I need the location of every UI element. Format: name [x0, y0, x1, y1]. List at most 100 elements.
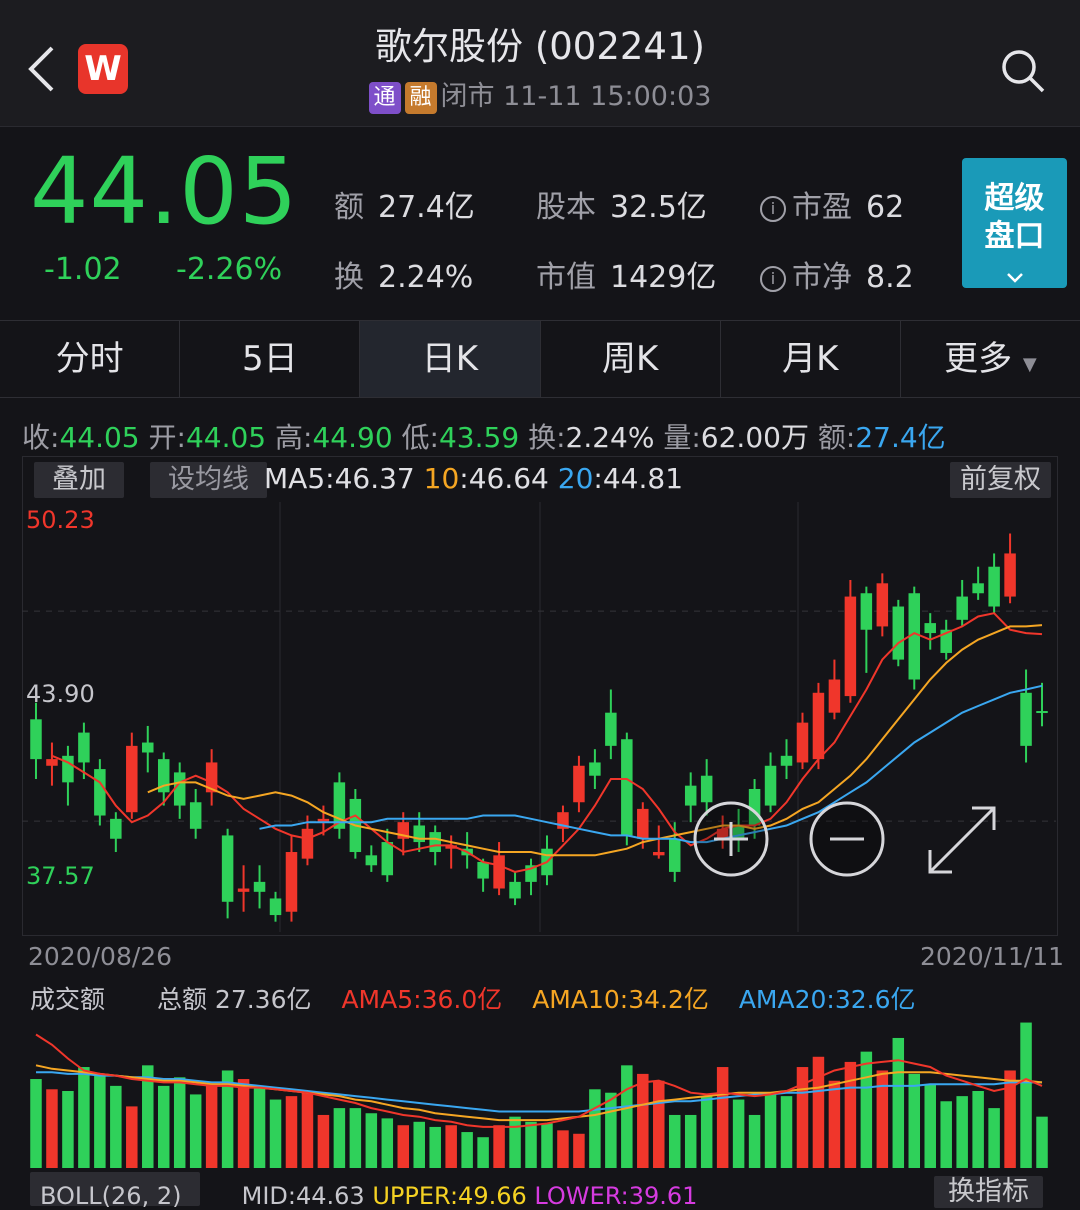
candle-body	[285, 852, 298, 912]
candle-body	[605, 712, 617, 746]
candle-body	[78, 732, 90, 763]
price-change-pct: -2.26%	[176, 252, 283, 287]
ama20-line	[36, 1071, 1042, 1113]
volume-bar	[509, 1116, 521, 1168]
candle-body	[844, 596, 857, 697]
volume-bar	[908, 1073, 921, 1168]
volume-bar	[541, 1123, 553, 1168]
volume-bar	[812, 1056, 825, 1168]
candle-body	[828, 679, 841, 713]
volume-bar	[381, 1118, 394, 1168]
candle-body	[637, 808, 649, 839]
volume-bar	[1036, 1116, 1048, 1168]
volume-bar	[557, 1130, 569, 1168]
volume-bar	[525, 1121, 537, 1168]
volume-bar	[477, 1137, 489, 1168]
candle-body	[126, 745, 138, 813]
candle-body	[860, 593, 873, 630]
candle-body	[796, 722, 809, 763]
tab-more[interactable]: 更多 ▼	[901, 321, 1080, 397]
volume-bar	[924, 1084, 936, 1168]
volume-bar	[653, 1080, 665, 1168]
stat-market-cap: 市值 1429亿	[536, 260, 717, 295]
stat-pe[interactable]: i 市盈 62	[760, 182, 904, 226]
volume-bar	[668, 1114, 681, 1168]
zoom-out-icon[interactable]	[808, 800, 886, 878]
volume-bar	[493, 1125, 505, 1168]
volume-bar	[317, 1114, 330, 1168]
tab-daily-k[interactable]: 日K	[360, 321, 541, 397]
adjust-button[interactable]: 前复权	[950, 462, 1051, 498]
info-icon[interactable]: i	[760, 266, 786, 292]
candle-body	[573, 765, 585, 803]
tab-intraday[interactable]: 分时	[0, 321, 181, 397]
candle-body	[780, 755, 793, 766]
y-label-mid: 43.90	[26, 680, 95, 708]
candle-body	[221, 835, 234, 902]
overlay-button[interactable]: 叠加	[34, 462, 124, 498]
volume-bar	[445, 1125, 457, 1168]
volume-bar	[637, 1073, 649, 1168]
volume-bar	[269, 1099, 282, 1168]
candle-body	[924, 623, 936, 634]
volume-bar	[285, 1096, 298, 1168]
volume-bar	[573, 1133, 585, 1168]
volume-bar	[988, 1108, 1000, 1168]
volume-bar	[46, 1089, 58, 1168]
kline-chart[interactable]	[22, 456, 1058, 936]
candle-body	[253, 881, 266, 892]
y-label-top: 50.23	[26, 506, 95, 534]
volume-bar	[62, 1091, 74, 1168]
candle-body	[493, 855, 505, 889]
volume-bar	[860, 1051, 873, 1168]
volume-bar	[684, 1114, 697, 1168]
super-btn-line2: 盘口	[984, 219, 1045, 254]
candle-body	[237, 888, 250, 892]
fullscreen-icon[interactable]	[924, 802, 1000, 878]
candle-body	[812, 692, 825, 760]
volume-bar	[237, 1079, 250, 1168]
volume-bar	[429, 1126, 441, 1168]
volume-bar	[589, 1089, 601, 1168]
volume-bar	[956, 1096, 968, 1168]
stat-shares: 股本 32.5亿	[536, 190, 707, 225]
page-title: 歌尔股份 (002241)	[375, 25, 705, 68]
volume-chart[interactable]	[22, 1010, 1058, 1170]
volume-bar	[716, 1067, 729, 1168]
volume-bar	[301, 1092, 314, 1168]
switch-indicator-button[interactable]: 换指标	[934, 1176, 1043, 1208]
candle-body	[653, 852, 665, 856]
y-label-low: 37.57	[26, 862, 95, 890]
volume-bar	[732, 1099, 745, 1168]
super-orderbook-button[interactable]: 超级 盘口	[962, 158, 1067, 288]
ohlc-row: 收:44.05 开:44.05 高:44.90 低:43.59 换:2.24% …	[22, 421, 946, 454]
margin-tag-tong: 通	[368, 81, 401, 114]
boll-legend: BOLL(26, 2) MID:44.63 UPPER:49.66 LOWER:…	[40, 1182, 698, 1210]
zoom-in-icon[interactable]	[692, 800, 770, 878]
search-icon[interactable]	[1000, 48, 1046, 94]
volume-bar	[30, 1079, 42, 1168]
volume-bar	[748, 1114, 761, 1168]
set-ma-button[interactable]: 设均线	[150, 462, 267, 498]
volume-bar	[972, 1091, 984, 1168]
candle-body	[892, 606, 905, 660]
tab-5day[interactable]: 5日	[180, 321, 361, 397]
volume-bar	[780, 1096, 793, 1168]
volume-bar	[621, 1065, 633, 1168]
volume-bar	[892, 1037, 905, 1168]
volume-bar	[78, 1067, 90, 1168]
tab-monthly-k[interactable]: 月K	[721, 321, 901, 397]
info-icon[interactable]: i	[760, 196, 786, 222]
tab-weekly-k[interactable]: 周K	[541, 321, 721, 397]
volume-bar	[157, 1085, 170, 1168]
ma10-line	[147, 624, 1043, 857]
chevron-down-icon	[1006, 273, 1023, 283]
ma-legend: MA5:46.37 10:46.64 20:44.81	[264, 462, 684, 495]
stat-pb[interactable]: i 市净 8.2	[760, 252, 914, 296]
candle-body	[1004, 553, 1016, 597]
candle-body	[110, 818, 122, 839]
candle-body	[509, 881, 521, 899]
volume-bar	[1020, 1022, 1032, 1168]
volume-bar	[126, 1106, 138, 1168]
volume-bar	[94, 1073, 106, 1168]
